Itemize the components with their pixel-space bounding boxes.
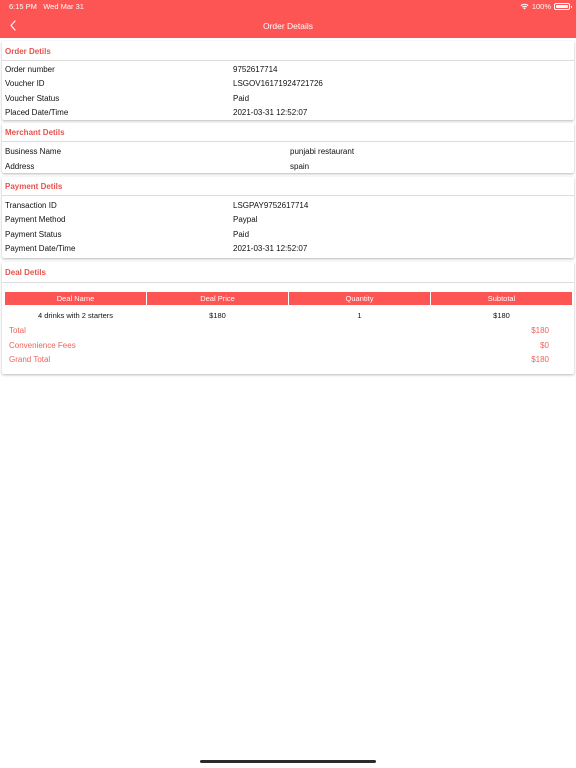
- placed-date-row: Placed Date/Time 2021-03-31 12:52:07: [5, 108, 574, 120]
- payment-method-label: Payment Method: [5, 215, 66, 224]
- payment-method-row: Payment Method Paypal: [5, 215, 574, 227]
- payment-status-row: Payment Status Paid: [5, 230, 574, 242]
- business-name-value: punjabi restaurant: [290, 147, 355, 156]
- status-time: 6:15 PM: [9, 2, 37, 11]
- placed-date-label: Placed Date/Time: [5, 108, 69, 117]
- column-header-deal-name: Deal Name: [5, 292, 146, 305]
- quantity-cell: 1: [357, 311, 362, 320]
- transaction-id-label: Transaction ID: [5, 201, 57, 210]
- grand-total-value: $180: [531, 355, 549, 364]
- deal-name-cell: 4 drinks with 2 starters: [37, 311, 114, 320]
- payment-date-row: Payment Date/Time 2021-03-31 12:52:07: [5, 244, 574, 256]
- column-header-deal-price: Deal Price: [147, 292, 288, 305]
- deal-details-title: Deal Detils: [5, 268, 46, 277]
- column-header-subtotal: Subtotal: [431, 292, 572, 305]
- status-date: Wed Mar 31: [43, 2, 84, 11]
- address-value: spain: [290, 162, 310, 171]
- payment-status-value: Paid: [233, 230, 250, 239]
- voucher-id-label: Voucher ID: [5, 79, 45, 88]
- order-number-label: Order number: [5, 65, 55, 74]
- status-bar-right: 100%: [520, 2, 572, 11]
- merchant-details-card: Merchant Detils Business Name punjabi re…: [2, 123, 574, 173]
- voucher-status-value: Paid: [233, 94, 250, 103]
- order-number-value: 9752617714: [233, 65, 278, 74]
- total-value: $180: [531, 326, 549, 335]
- total-row: Total $180: [9, 326, 549, 338]
- navigation-header: 6:15 PM Wed Mar 31 100% Order Details: [0, 0, 576, 38]
- deal-details-card: Deal Detils Deal Name Deal Price Quantit…: [2, 262, 574, 374]
- payment-details-title: Payment Detils: [5, 182, 63, 191]
- subtotal-cell: $180: [493, 311, 510, 320]
- address-label: Address: [5, 162, 35, 171]
- merchant-details-divider: [2, 141, 574, 142]
- voucher-id-value: LSGOV16171924721726: [233, 79, 323, 88]
- status-bar-time: 6:15 PM Wed Mar 31: [9, 2, 84, 11]
- home-indicator[interactable]: [200, 760, 376, 763]
- payment-date-value: 2021-03-31 12:52:07: [233, 244, 308, 253]
- payment-details-card: Payment Detils Transaction ID LSGPAY9752…: [2, 177, 574, 258]
- convenience-fees-value: $0: [540, 341, 549, 350]
- order-number-row: Order number 9752617714: [5, 65, 574, 77]
- order-details-card: Order Detils Order number 9752617714 Vou…: [2, 41, 574, 120]
- voucher-status-label: Voucher Status: [5, 94, 60, 103]
- payment-date-label: Payment Date/Time: [5, 244, 76, 253]
- voucher-id-row: Voucher ID LSGOV16171924721726: [5, 79, 574, 91]
- column-header-quantity: Quantity: [289, 292, 430, 305]
- total-label: Total: [9, 326, 26, 335]
- deal-details-divider: [2, 282, 574, 283]
- payment-details-divider: [2, 195, 574, 196]
- voucher-status-row: Voucher Status Paid: [5, 94, 574, 106]
- business-name-row: Business Name punjabi restaurant: [5, 147, 574, 159]
- battery-percent: 100%: [531, 2, 551, 11]
- address-row: Address spain: [5, 162, 574, 174]
- business-name-label: Business Name: [5, 147, 62, 156]
- merchant-details-title: Merchant Detils: [5, 128, 65, 137]
- wifi-icon: [520, 3, 529, 10]
- transaction-id-row: Transaction ID LSGPAY9752617714: [5, 201, 574, 213]
- battery-icon: [554, 3, 572, 10]
- transaction-id-value: LSGPAY9752617714: [233, 201, 309, 210]
- page-title: Order Details: [262, 21, 314, 31]
- placed-date-value: 2021-03-31 12:52:07: [233, 108, 308, 117]
- grand-total-label: Grand Total: [9, 355, 51, 364]
- payment-method-value: Paypal: [233, 215, 258, 224]
- order-details-title: Order Detils: [5, 47, 51, 56]
- convenience-fees-label: Convenience Fees: [9, 341, 76, 350]
- order-details-divider: [2, 60, 574, 61]
- convenience-fees-row: Convenience Fees $0: [9, 341, 549, 353]
- payment-status-label: Payment Status: [5, 230, 62, 239]
- grand-total-row: Grand Total $180: [9, 355, 549, 367]
- deal-price-cell: $180: [209, 311, 226, 320]
